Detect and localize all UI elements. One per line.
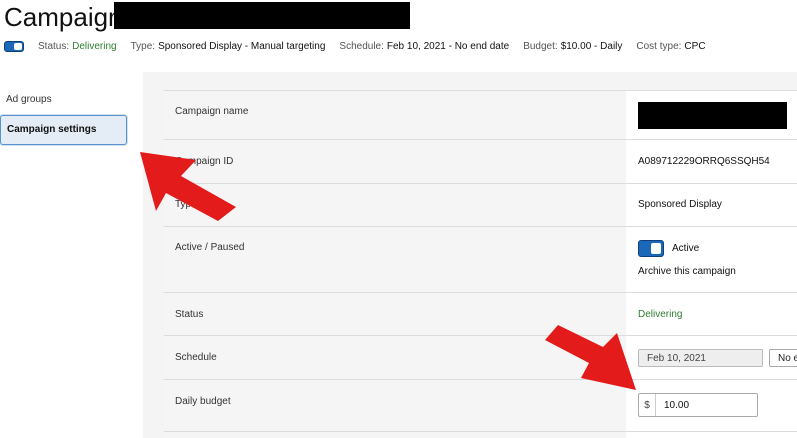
redacted-campaign-name[interactable] xyxy=(638,102,787,129)
schedule-label: Schedule: xyxy=(339,40,384,52)
row-active-paused: Active / Paused Active Archive this camp… xyxy=(164,226,797,293)
campaign-toggle-icon[interactable] xyxy=(4,40,24,52)
redacted-campaign-title xyxy=(114,2,410,29)
row-daily-budget: Daily budget $ 10.00 xyxy=(164,379,797,432)
sidebar-item-campaign-settings[interactable]: Campaign settings xyxy=(0,115,127,145)
active-value: Active xyxy=(672,243,700,254)
row-type: Type Sponsored Display xyxy=(164,183,797,227)
row-campaign-id: Campaign ID A089712229ORRQ6SSQH54 xyxy=(164,139,797,184)
daily-budget-input[interactable]: $ 10.00 xyxy=(638,393,758,417)
status-value: Delivering xyxy=(72,40,117,52)
type-row-value: Sponsored Display xyxy=(638,199,722,210)
campaign-id-value: A089712229ORRQ6SSQH54 xyxy=(638,156,770,167)
row-campaign-name: Campaign name xyxy=(164,90,797,140)
end-date-field[interactable]: No e xyxy=(769,349,797,367)
row-schedule: Schedule Feb 10, 2021 No e xyxy=(164,335,797,380)
row-divider xyxy=(164,431,797,438)
budget-value: $10.00 - Daily xyxy=(560,40,623,52)
schedule-value: Feb 10, 2021 - No end date xyxy=(386,40,510,52)
campaign-name-label: Campaign name xyxy=(175,106,249,117)
active-toggle-icon[interactable] xyxy=(638,240,664,257)
daily-budget-label: Daily budget xyxy=(175,396,231,407)
page-title: Campaign: xyxy=(4,2,130,32)
row-status: Status Delivering xyxy=(164,292,797,336)
currency-symbol: $ xyxy=(639,394,656,416)
settings-table: Campaign name Campaign ID A089712229ORRQ… xyxy=(164,90,797,438)
campaign-summary-bar: Status: Delivering Type: Sponsored Displ… xyxy=(4,38,720,54)
status-row-value: Delivering xyxy=(638,309,683,320)
sidebar-item-ad-groups[interactable]: Ad groups xyxy=(0,94,127,105)
type-label: Type: xyxy=(130,40,156,52)
archive-campaign-link[interactable]: Archive this campaign xyxy=(638,266,736,277)
start-date-field[interactable]: Feb 10, 2021 xyxy=(638,349,763,367)
cost-type-label: Cost type: xyxy=(636,40,682,52)
cost-type-value: CPC xyxy=(684,40,706,52)
status-row-label: Status xyxy=(175,309,204,320)
budget-amount-value: 10.00 xyxy=(664,399,690,411)
campaign-id-label: Campaign ID xyxy=(175,156,234,167)
type-value: Sponsored Display - Manual targeting xyxy=(158,40,326,52)
budget-label: Budget: xyxy=(523,40,558,52)
active-paused-label: Active / Paused xyxy=(175,242,245,253)
status-label: Status: xyxy=(38,40,70,52)
type-row-label: Type xyxy=(175,199,197,210)
schedule-row-label: Schedule xyxy=(175,352,217,363)
